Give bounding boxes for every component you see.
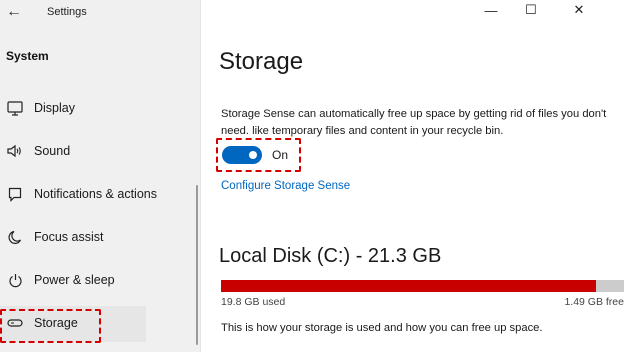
sidebar-item-label: Power & sleep [34, 273, 115, 287]
storage-item-highlight [0, 309, 101, 343]
disk-usage-fill [221, 280, 596, 292]
sidebar-item-label: Focus assist [34, 230, 104, 244]
title-bar: ← Settings [0, 0, 200, 28]
disk-title: Local Disk (C:) - 21.3 GB [219, 245, 442, 267]
page-title: Storage [219, 48, 304, 75]
sidebar-item-label: Notifications & actions [34, 187, 157, 201]
sidebar-item-power-sleep[interactable]: Power & sleep [0, 263, 196, 299]
sidebar-item-label: Display [34, 101, 75, 115]
moon-icon [6, 228, 24, 246]
disk-usage-bar [221, 280, 624, 292]
configure-storage-sense-link[interactable]: Configure Storage Sense [221, 180, 350, 192]
sidebar-item-sound[interactable]: Sound [0, 134, 196, 170]
storage-sense-description: Storage Sense can automatically free up … [221, 108, 607, 137]
app-title: Settings [47, 6, 87, 18]
main-content: Storage Storage Sense can automatically … [201, 0, 627, 352]
section-title: System [6, 49, 49, 63]
sidebar-item-display[interactable]: Display [0, 91, 196, 127]
disk-free-label: 1.49 GB free [564, 296, 624, 308]
back-arrow-icon[interactable]: ← [6, 3, 22, 21]
disk-description: This is how your storage is used and how… [221, 322, 543, 334]
notification-icon [6, 185, 24, 203]
speaker-icon [6, 142, 24, 160]
sidebar: ← Settings System Display Sound Notifica… [0, 0, 201, 352]
sidebar-item-label: Sound [34, 144, 71, 158]
sidebar-scrollbar[interactable] [196, 185, 198, 345]
sidebar-item-notifications[interactable]: Notifications & actions [0, 177, 196, 213]
disk-used-label: 19.8 GB used [221, 296, 286, 308]
power-icon [6, 271, 24, 289]
monitor-icon [6, 99, 24, 117]
sidebar-item-focus-assist[interactable]: Focus assist [0, 220, 196, 256]
toggle-highlight [216, 138, 301, 172]
